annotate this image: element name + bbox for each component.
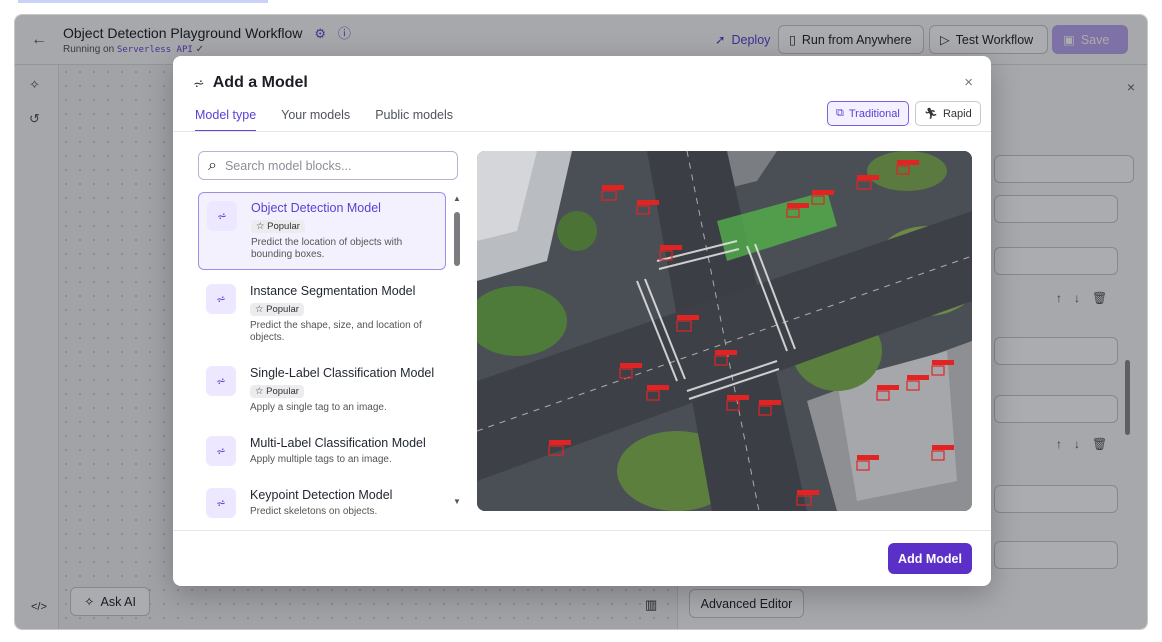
traditional-mode-button[interactable]: ⧉ Traditional xyxy=(827,101,909,126)
model-item-multi-label-classification[interactable]: ⩫ Multi-Label Classification Model Apply… xyxy=(198,428,446,474)
model-graph-icon: ⩫ xyxy=(206,488,236,518)
model-graph-icon: ⩫ xyxy=(206,366,236,396)
model-description: Apply multiple tags to an image. xyxy=(250,454,392,465)
close-icon[interactable]: × xyxy=(964,74,973,91)
tab-your-models[interactable]: Your models xyxy=(281,104,350,132)
model-description: Apply a single tag to an image. xyxy=(250,402,387,413)
tab-public-models[interactable]: Public models xyxy=(375,104,453,132)
model-description: Predict skeletons on objects. xyxy=(250,506,378,517)
scroll-down-icon[interactable]: ▼ xyxy=(453,497,461,506)
model-item-instance-segmentation[interactable]: ⩫ Instance Segmentation Model ☆ Popular … xyxy=(198,276,446,352)
search-input[interactable] xyxy=(224,158,445,173)
model-tabs: Model type Your models Public models xyxy=(195,104,453,132)
model-item-single-label-classification[interactable]: ⩫ Single-Label Classification Model ☆ Po… xyxy=(198,358,446,422)
search-box: ⌕ xyxy=(198,151,458,180)
model-graph-icon: ⩫ xyxy=(206,436,236,466)
traditional-label: Traditional xyxy=(848,107,900,120)
scroll-up-icon[interactable]: ▲ xyxy=(453,194,461,203)
badge-label: Popular xyxy=(267,221,300,232)
rapid-label: Rapid xyxy=(942,107,972,120)
model-description: Predict the location of objects with bou… xyxy=(251,237,403,260)
model-name: Single-Label Classification Model xyxy=(250,366,435,380)
aerial-intersection-illustration xyxy=(477,151,972,511)
stack-icon: ⧉ xyxy=(836,107,844,119)
model-item-object-detection[interactable]: ⩫ Object Detection Model ☆ Popular Predi… xyxy=(198,192,446,270)
popular-badge: ☆ Popular xyxy=(251,220,305,233)
top-progress-strip xyxy=(18,0,268,3)
model-list-scrollbar[interactable]: ▲ ▼ xyxy=(452,194,462,506)
add-model-button[interactable]: Add Model xyxy=(888,543,972,574)
scroll-thumb[interactable] xyxy=(454,212,460,266)
footer-divider xyxy=(173,530,991,531)
tabs-divider xyxy=(173,131,991,132)
popular-badge: ☆ Popular xyxy=(250,303,304,316)
add-model-dialog: ⩫ Add a Model × Model type Your models P… xyxy=(173,56,991,586)
model-name: Keypoint Detection Model xyxy=(250,488,393,502)
popular-badge: ☆ Popular xyxy=(250,385,304,398)
rapid-mode-button[interactable]: 🏃︎ Rapid xyxy=(915,101,981,126)
model-name: Multi-Label Classification Model xyxy=(250,436,426,450)
model-name: Object Detection Model xyxy=(251,201,381,215)
dialog-title: ⩫ Add a Model xyxy=(193,74,308,92)
model-description: Predict the shape, size, and location of… xyxy=(250,320,422,343)
model-list: ⩫ Object Detection Model ☆ Popular Predi… xyxy=(198,192,446,532)
model-preview-image xyxy=(477,151,972,511)
model-graph-icon: ⩫ xyxy=(206,284,236,314)
running-icon: 🏃︎ xyxy=(924,108,938,120)
model-graph-icon: ⩫ xyxy=(193,74,205,91)
search-icon: ⌕ xyxy=(208,156,217,174)
model-name: Instance Segmentation Model xyxy=(250,284,416,298)
badge-label: Popular xyxy=(266,304,299,315)
tab-model-type[interactable]: Model type xyxy=(195,104,257,132)
dialog-title-text: Add a Model xyxy=(212,74,308,91)
model-graph-icon: ⩫ xyxy=(207,201,237,231)
badge-label: Popular xyxy=(266,386,299,397)
model-item-keypoint-detection[interactable]: ⩫ Keypoint Detection Model Predict skele… xyxy=(198,480,446,526)
